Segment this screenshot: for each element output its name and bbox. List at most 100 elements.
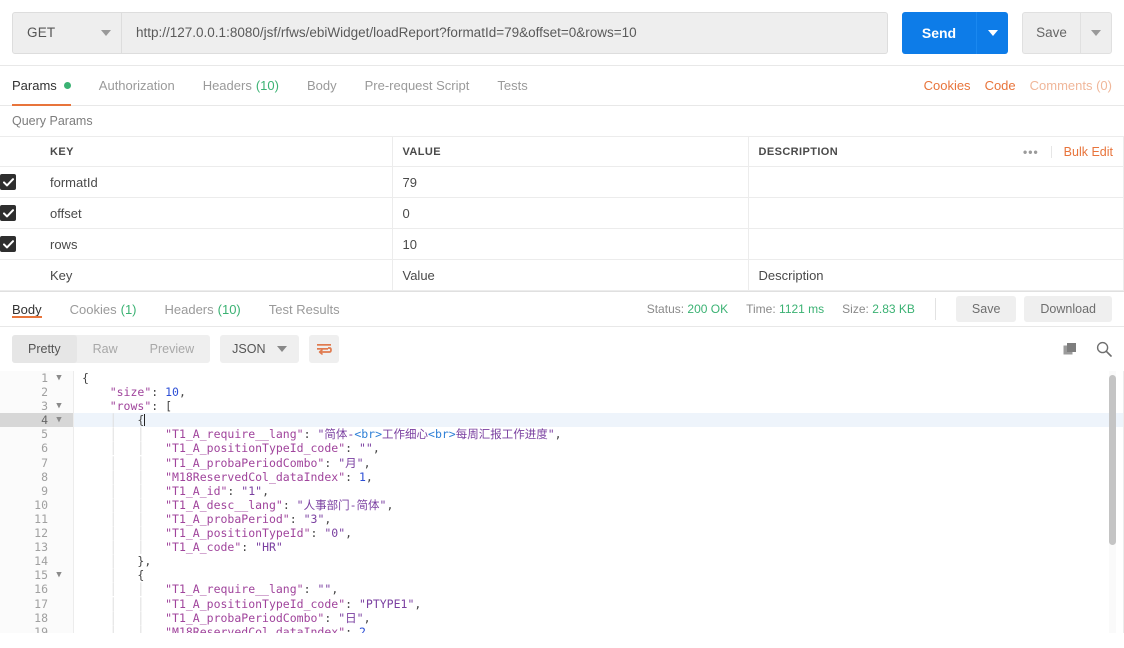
indent-guide: │ bbox=[137, 624, 166, 633]
send-button[interactable]: Send bbox=[902, 11, 976, 54]
row-checkbox-cell bbox=[0, 197, 40, 229]
line-number: 13 bbox=[0, 540, 52, 555]
download-response-button[interactable]: Download bbox=[1024, 296, 1112, 322]
row-checkbox[interactable] bbox=[0, 236, 16, 253]
fold-toggle-icon[interactable]: ▼ bbox=[52, 413, 66, 428]
code-line[interactable]: 6 │ │ "T1_A_positionTypeId_code": "", bbox=[0, 441, 1124, 456]
chevron-down-icon bbox=[101, 29, 111, 36]
gutter-padding bbox=[66, 385, 74, 400]
tab-body[interactable]: Body bbox=[293, 66, 351, 105]
code-line[interactable]: 12 │ │ "T1_A_positionTypeId": "0", bbox=[0, 526, 1124, 541]
tab-tests[interactable]: Tests bbox=[483, 66, 541, 105]
row-value[interactable]: 10 bbox=[392, 228, 749, 260]
copy-button[interactable] bbox=[1063, 342, 1078, 357]
code-token: { bbox=[137, 568, 145, 583]
row-key[interactable]: offset bbox=[40, 197, 393, 229]
gutter-padding bbox=[66, 427, 74, 442]
save-request-button[interactable]: Save bbox=[1022, 11, 1080, 54]
code-token: "size" bbox=[109, 385, 152, 400]
indent-guide bbox=[82, 413, 110, 427]
code-line[interactable]: 5 │ │ "T1_A_require__lang": "简体-<br>工作细心… bbox=[0, 427, 1124, 442]
tab-params[interactable]: Params bbox=[12, 66, 85, 106]
body-mode-pretty[interactable]: Pretty bbox=[12, 335, 77, 363]
indent-guide bbox=[82, 399, 110, 413]
more-options-icon[interactable]: ••• bbox=[1011, 145, 1052, 158]
row-checkbox[interactable] bbox=[0, 174, 16, 191]
row-value[interactable]: 79 bbox=[392, 166, 749, 198]
code-line[interactable]: 1 ▼ { bbox=[0, 371, 1124, 386]
send-options-button[interactable] bbox=[976, 11, 1008, 54]
line-number: 1 bbox=[0, 371, 52, 386]
code-token: "简体- bbox=[317, 427, 355, 442]
word-wrap-button[interactable] bbox=[309, 335, 340, 363]
cookies-link[interactable]: Cookies bbox=[924, 78, 971, 93]
indent-guide bbox=[82, 427, 110, 441]
line-number: 16 bbox=[0, 582, 52, 597]
tab-headers[interactable]: Headers (10) bbox=[189, 66, 293, 105]
fold-toggle-icon[interactable]: ▼ bbox=[52, 399, 66, 414]
time-label: Time: bbox=[746, 302, 776, 316]
fold-toggle-icon[interactable]: ▼ bbox=[52, 371, 66, 386]
code-line[interactable]: 2 "size": 10, bbox=[0, 385, 1124, 400]
body-format-select[interactable]: JSON bbox=[220, 335, 300, 363]
http-method-select[interactable]: GET bbox=[12, 11, 122, 54]
response-body-code-viewer[interactable]: 1 ▼{2 "size": 10, 3 ▼ "rows": [4 ▼ │ {5 │ │ … bbox=[0, 371, 1124, 633]
code-line[interactable]: 9 │ │ "T1_A_id": "1", bbox=[0, 483, 1124, 498]
indent-guide: │ bbox=[109, 413, 138, 428]
fold-spacer bbox=[52, 624, 66, 633]
row-value[interactable]: 0 bbox=[392, 197, 749, 229]
code-line[interactable]: 19 │ │ "M18ReservedCol_dataIndex": 2, bbox=[0, 624, 1124, 633]
row-checkbox[interactable] bbox=[0, 205, 16, 222]
code-line[interactable]: 15 ▼ │ { bbox=[0, 568, 1124, 583]
code-scrollbar-thumb[interactable] bbox=[1109, 375, 1116, 545]
response-tab-body[interactable]: Body bbox=[12, 301, 56, 318]
body-mode-preview[interactable]: Preview bbox=[134, 335, 210, 363]
code-line[interactable]: 8 │ │ "M18ReservedCol_dataIndex": 1, bbox=[0, 469, 1124, 484]
line-number: 11 bbox=[0, 511, 52, 527]
code-line[interactable]: 13 │ │ "T1_A_code": "HR" bbox=[0, 540, 1124, 555]
save-options-button[interactable] bbox=[1080, 11, 1112, 54]
response-tab-body-label: Body bbox=[12, 301, 42, 317]
url-input[interactable]: http://127.0.0.1:8080/jsf/rfws/ebiWidget… bbox=[122, 11, 888, 54]
code-line[interactable]: 7 │ │ "T1_A_probaPeriodCombo": "月", bbox=[0, 455, 1124, 470]
url-text: http://127.0.0.1:8080/jsf/rfws/ebiWidget… bbox=[136, 25, 637, 40]
save-response-button[interactable]: Save bbox=[955, 296, 1017, 322]
indent-guide bbox=[82, 456, 110, 470]
bulk-edit-button[interactable]: Bulk Edit bbox=[1052, 145, 1113, 159]
code-text: │ │ "T1_A_probaPeriodCombo": "月", bbox=[74, 456, 371, 470]
new-row-key-input[interactable]: Key bbox=[40, 259, 393, 291]
code-line[interactable]: 18 │ │ "T1_A_probaPeriodCombo": "日", bbox=[0, 610, 1124, 625]
code-line[interactable]: 3 ▼ "rows": [ bbox=[0, 399, 1124, 414]
code-token: , bbox=[386, 497, 394, 512]
response-tab-test-results[interactable]: Test Results bbox=[255, 302, 354, 317]
response-tab-cookies[interactable]: Cookies (1) bbox=[56, 302, 151, 317]
search-button[interactable] bbox=[1096, 341, 1112, 357]
tab-authorization[interactable]: Authorization bbox=[85, 66, 189, 105]
code-text: "rows": [ bbox=[74, 399, 172, 413]
row-description[interactable] bbox=[748, 166, 1124, 198]
code-line[interactable]: 17 │ │ "T1_A_positionTypeId_code": "PTYP… bbox=[0, 596, 1124, 611]
row-description[interactable] bbox=[748, 228, 1124, 260]
comments-link[interactable]: Comments (0) bbox=[1030, 78, 1112, 93]
new-row-value-input[interactable]: Value bbox=[392, 259, 749, 291]
row-description[interactable] bbox=[748, 197, 1124, 229]
code-link[interactable]: Code bbox=[985, 78, 1016, 93]
code-line[interactable]: 16 │ │ "T1_A_require__lang": "", bbox=[0, 582, 1124, 597]
code-line[interactable]: 11 │ │ "T1_A_probaPeriod": "3", bbox=[0, 511, 1124, 527]
code-line[interactable]: 4 ▼ │ { bbox=[0, 413, 1124, 428]
code-text: │ │ "T1_A_probaPeriodCombo": "日", bbox=[74, 611, 371, 625]
indent-guide: │ bbox=[137, 526, 166, 541]
indent-guide bbox=[82, 540, 110, 554]
row-key[interactable]: rows bbox=[40, 228, 393, 260]
code-line[interactable]: 10 │ │ "T1_A_desc__lang": "人事部门-简体", bbox=[0, 497, 1124, 512]
body-mode-raw[interactable]: Raw bbox=[77, 335, 134, 363]
row-key[interactable]: formatId bbox=[40, 166, 393, 198]
code-line[interactable]: 14 │ }, bbox=[0, 554, 1124, 569]
code-token: , bbox=[178, 385, 186, 400]
new-row-description-input[interactable]: Description bbox=[748, 259, 1124, 291]
indent-guide bbox=[82, 526, 110, 540]
fold-toggle-icon[interactable]: ▼ bbox=[52, 568, 66, 583]
tab-pre-request-script[interactable]: Pre-request Script bbox=[351, 66, 484, 105]
fold-spacer bbox=[52, 483, 66, 498]
response-tab-headers[interactable]: Headers (10) bbox=[151, 302, 255, 317]
